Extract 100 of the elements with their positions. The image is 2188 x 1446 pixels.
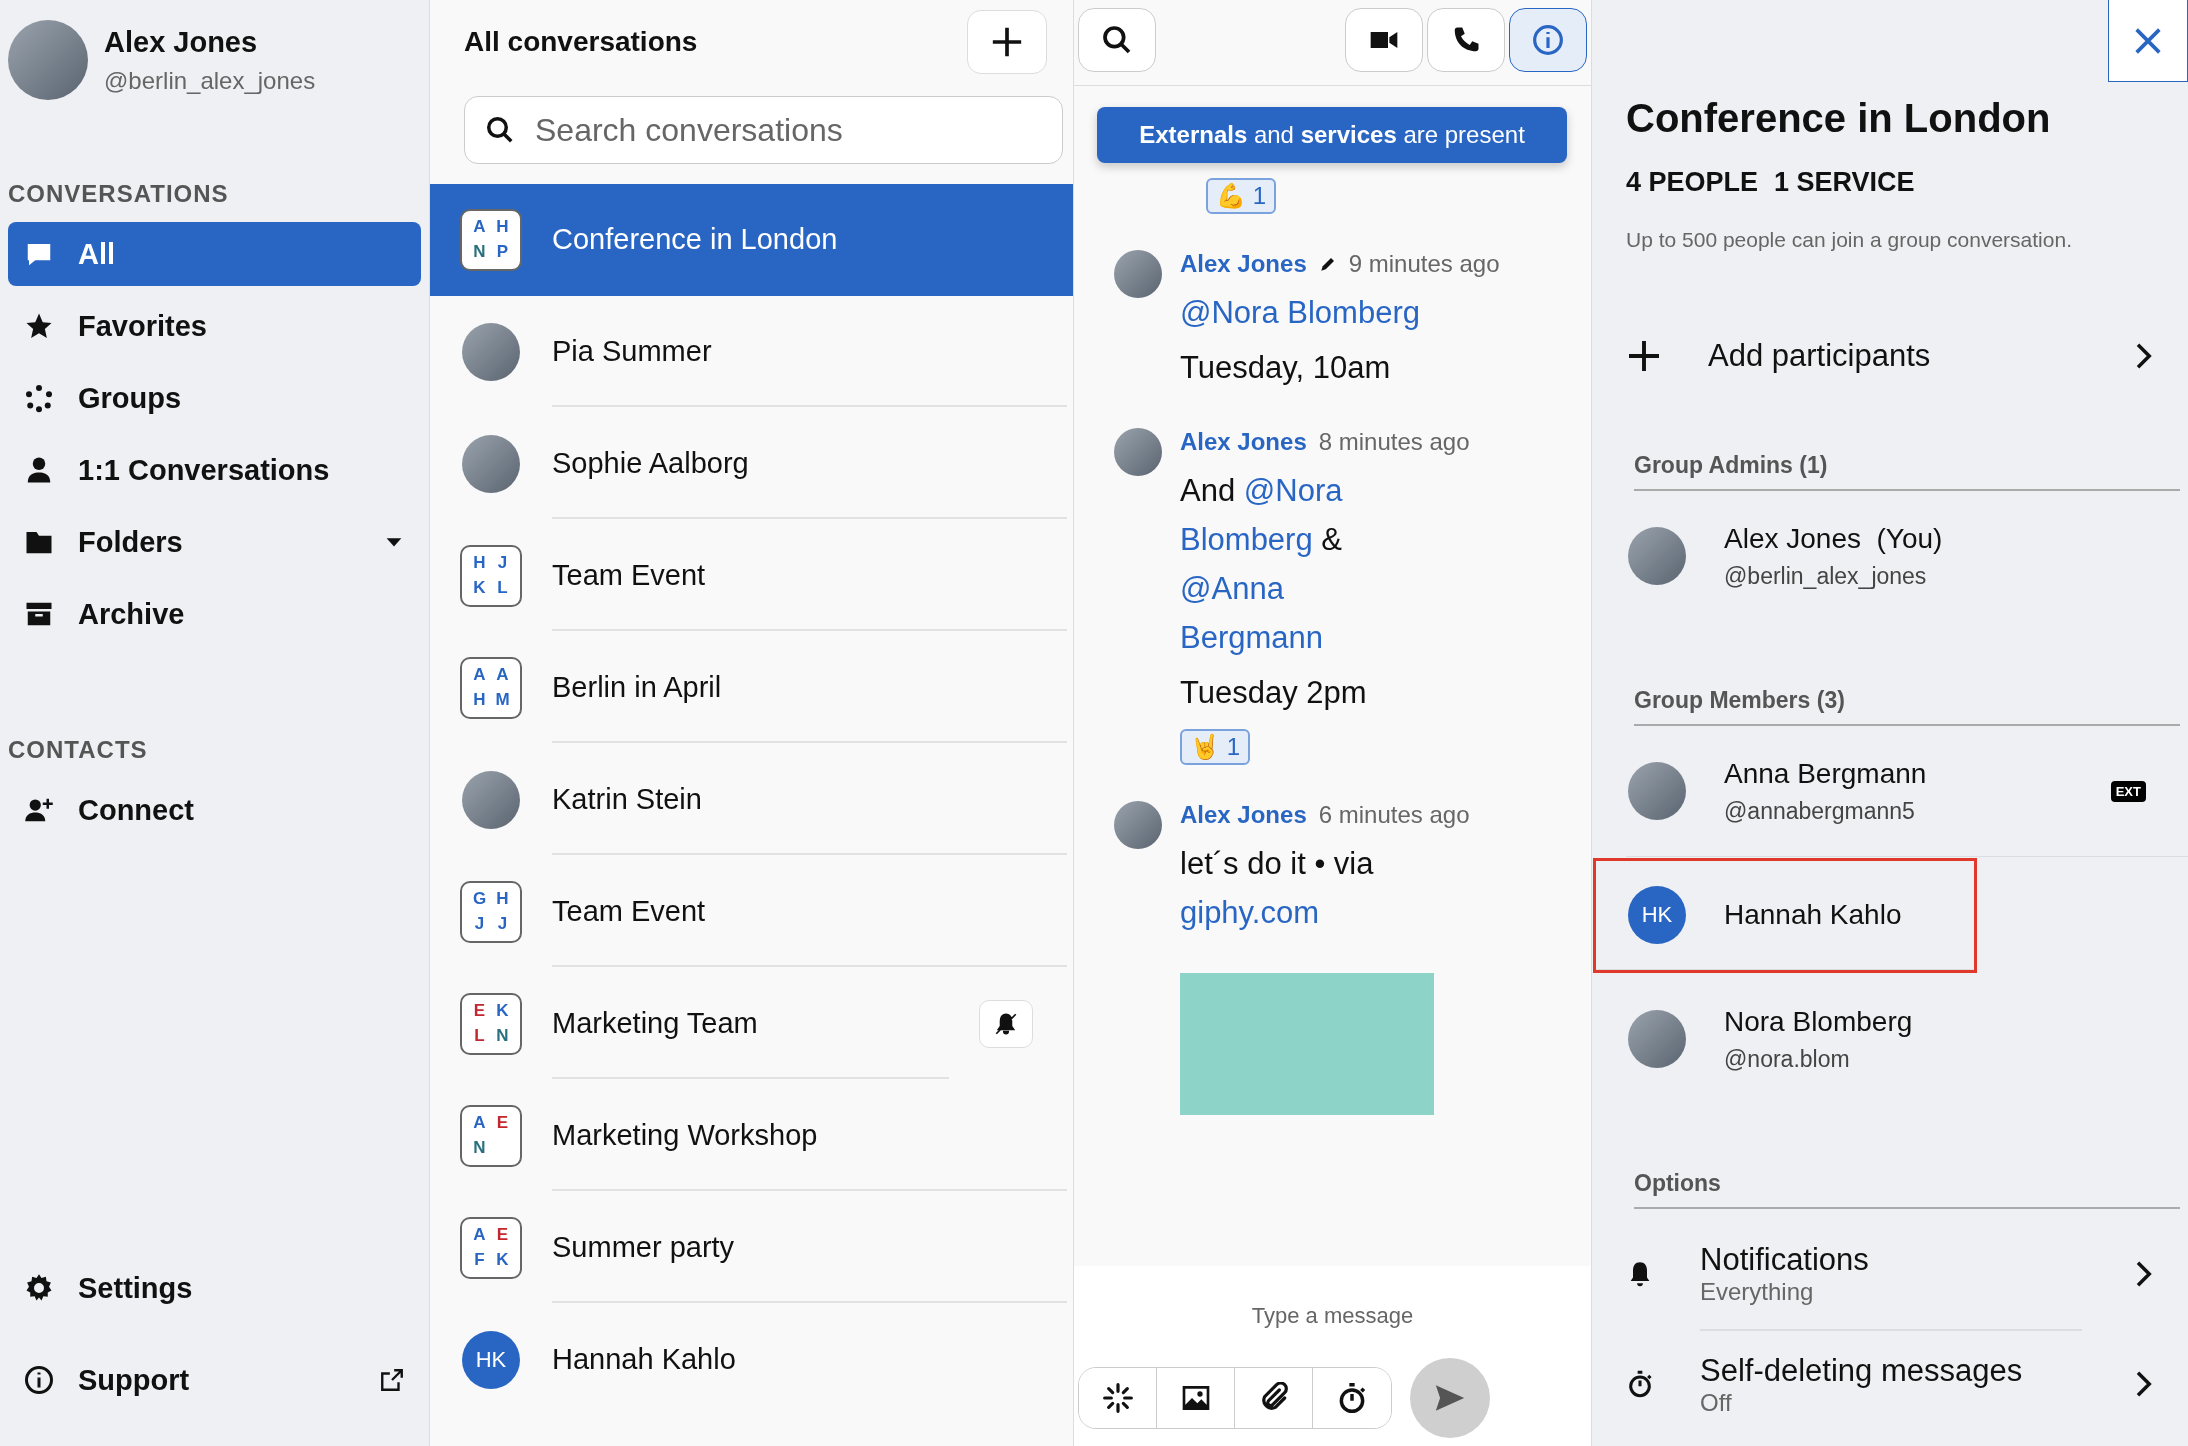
participant-count: 1 SERVICE (1774, 167, 1915, 198)
dots-icon (24, 383, 54, 413)
nav-item[interactable]: Settings (8, 1256, 421, 1320)
group-avatar: H J K L (460, 545, 522, 607)
participant-item[interactable]: Nora Blomberg @nora.blom (1626, 974, 2188, 1104)
conversation-item[interactable]: A E F K Summer party (430, 1192, 1073, 1304)
add-participants-button[interactable]: Add participants (1626, 326, 2188, 386)
nav-item[interactable]: Archive (8, 582, 421, 646)
nav-item[interactable]: Groups (8, 366, 421, 430)
nav-item[interactable]: All (8, 222, 421, 286)
info-button[interactable] (1509, 8, 1587, 72)
avatar-photo (462, 435, 520, 493)
search-input[interactable]: Search conversations (533, 110, 1042, 150)
message-time: 9 minutes ago (1348, 250, 1500, 278)
option-item[interactable]: Self-deleting messages Off (1626, 1329, 2188, 1439)
avatar-photo (1114, 250, 1162, 298)
avatar-photo (462, 771, 520, 829)
group-heading: Options (1634, 1170, 2180, 1209)
participant-handle: @berlin_alex_jones (1724, 562, 1928, 590)
group-avatar: A E N (460, 1105, 522, 1167)
group-avatar: A H N P (460, 209, 522, 271)
nav-item[interactable]: Folders (8, 510, 421, 574)
group-avatar: A E F K (460, 1217, 522, 1279)
group-avatar: E K L N (460, 993, 522, 1055)
initials-avatar: HK (1628, 886, 1686, 944)
participant-count: 4 PEOPLE (1626, 167, 1759, 198)
avatar-photo (462, 323, 520, 381)
avatar-photo (1114, 428, 1162, 476)
group-avatar: G H J J (460, 881, 522, 943)
avatar-photo (1628, 1010, 1686, 1068)
conversation-item[interactable]: Pia Summer (430, 296, 1073, 408)
profile-name: Alex Jones (104, 25, 259, 59)
search-button[interactable] (1078, 8, 1156, 72)
group-avatar: A A H M (460, 657, 522, 719)
close-button[interactable] (2108, 0, 2188, 82)
conversation-item[interactable]: Sophie Aalborg (430, 408, 1073, 520)
group-heading: Group Members (3) (1634, 687, 2180, 726)
nav-item[interactable]: Connect (8, 778, 421, 842)
search-icon (485, 115, 515, 145)
message-input[interactable]: Type a message (1074, 1266, 1591, 1356)
message-text: let´s do it • via giphy.com (1180, 845, 1375, 932)
search-field[interactable]: Search conversations (464, 96, 1063, 164)
nav-item[interactable]: 1:1 Conversations (8, 438, 421, 502)
reaction-chip[interactable]: 💪 1 (1206, 178, 1277, 214)
section-heading: CONVERSATIONS (8, 180, 230, 208)
new-conversation-button[interactable] (967, 10, 1047, 74)
avatar-photo (1114, 801, 1162, 849)
participant-name: Hannah Kahlo (1724, 899, 1903, 931)
conversation-item[interactable]: Katrin Stein (430, 744, 1073, 856)
participant-name: Anna Bergmann (1724, 757, 1928, 790)
message-text: And @Nora Blomberg & @Anna Bergmann (1180, 472, 1344, 657)
timer-icon (1626, 1370, 1654, 1398)
message-author[interactable]: Alex Jones (1180, 250, 1307, 278)
avatar-photo (1628, 527, 1686, 585)
list-title: All conversations (464, 26, 698, 58)
avatar-photo (1628, 762, 1686, 820)
participant-name: Nora Blomberg (1724, 1005, 1914, 1038)
message-text: Tuesday, 10am (1180, 349, 1392, 387)
plus-icon (1626, 338, 1662, 374)
message-time: 8 minutes ago (1318, 428, 1470, 456)
banner-text: Externals and services are present (1139, 121, 1525, 149)
conversation-item[interactable]: G H J J Team Event (430, 856, 1073, 968)
message-text: Tuesday 2pm (1180, 674, 1368, 712)
participant-name: Alex Jones (You) (1724, 522, 1944, 555)
sparkle-icon (1101, 1382, 1134, 1414)
participant-item[interactable]: Alex Jones (You) @berlin_alex_jones (1626, 491, 2188, 621)
participant-handle: @annabergmann5 (1724, 797, 1916, 825)
external-badge: EXT (2110, 780, 2146, 802)
nav-item[interactable]: Favorites (8, 294, 421, 358)
participant-item[interactable]: HK Hannah Kahlo (1596, 861, 1974, 970)
conversation-item[interactable]: A A H M Berlin in April (430, 632, 1073, 744)
conversation-item[interactable]: A E N Marketing Workshop (430, 1080, 1073, 1192)
participant-item[interactable]: Anna Bergmann @annabergmann5 EXT (1626, 726, 2188, 857)
video-call-button[interactable] (1345, 8, 1423, 72)
conversation-item[interactable]: HK Hannah Kahlo (430, 1304, 1073, 1416)
initials-avatar: HK (462, 1331, 520, 1389)
details-title: Conference in London (1626, 96, 2052, 141)
info-icon (24, 1365, 54, 1395)
info-icon (1532, 24, 1564, 56)
composer-tool-button[interactable] (1079, 1368, 1157, 1428)
message-author[interactable]: Alex Jones (1180, 801, 1307, 829)
message-time: 6 minutes ago (1318, 801, 1470, 829)
nav-item[interactable]: Support (8, 1348, 421, 1412)
reaction-chip[interactable]: 🤘 1 (1180, 729, 1251, 765)
group-heading: Group Admins (1) (1634, 452, 2180, 491)
section-heading: CONTACTS (8, 736, 149, 764)
option-item[interactable]: Notifications Everything (1626, 1219, 2188, 1329)
profile-handle: @berlin_alex_jones (104, 66, 316, 95)
conversation-item[interactable]: A H N P Conference in London (430, 184, 1073, 296)
plus-icon (990, 25, 1024, 59)
group-size-note: Up to 500 people can join a group conversation. (1626, 228, 2073, 252)
message-text: @Nora Blomberg (1180, 294, 1421, 332)
conversation-item[interactable]: H J K L Team Event (430, 520, 1073, 632)
search-icon (1101, 24, 1133, 56)
participant-handle: @nora.blom (1724, 1045, 1851, 1073)
conversation-item[interactable]: E K L N Marketing Team (430, 968, 1073, 1080)
message-author[interactable]: Alex Jones (1180, 428, 1307, 456)
muted-bell-icon (993, 1011, 1019, 1037)
call-button[interactable] (1427, 8, 1505, 72)
settings-icon (24, 1273, 54, 1303)
